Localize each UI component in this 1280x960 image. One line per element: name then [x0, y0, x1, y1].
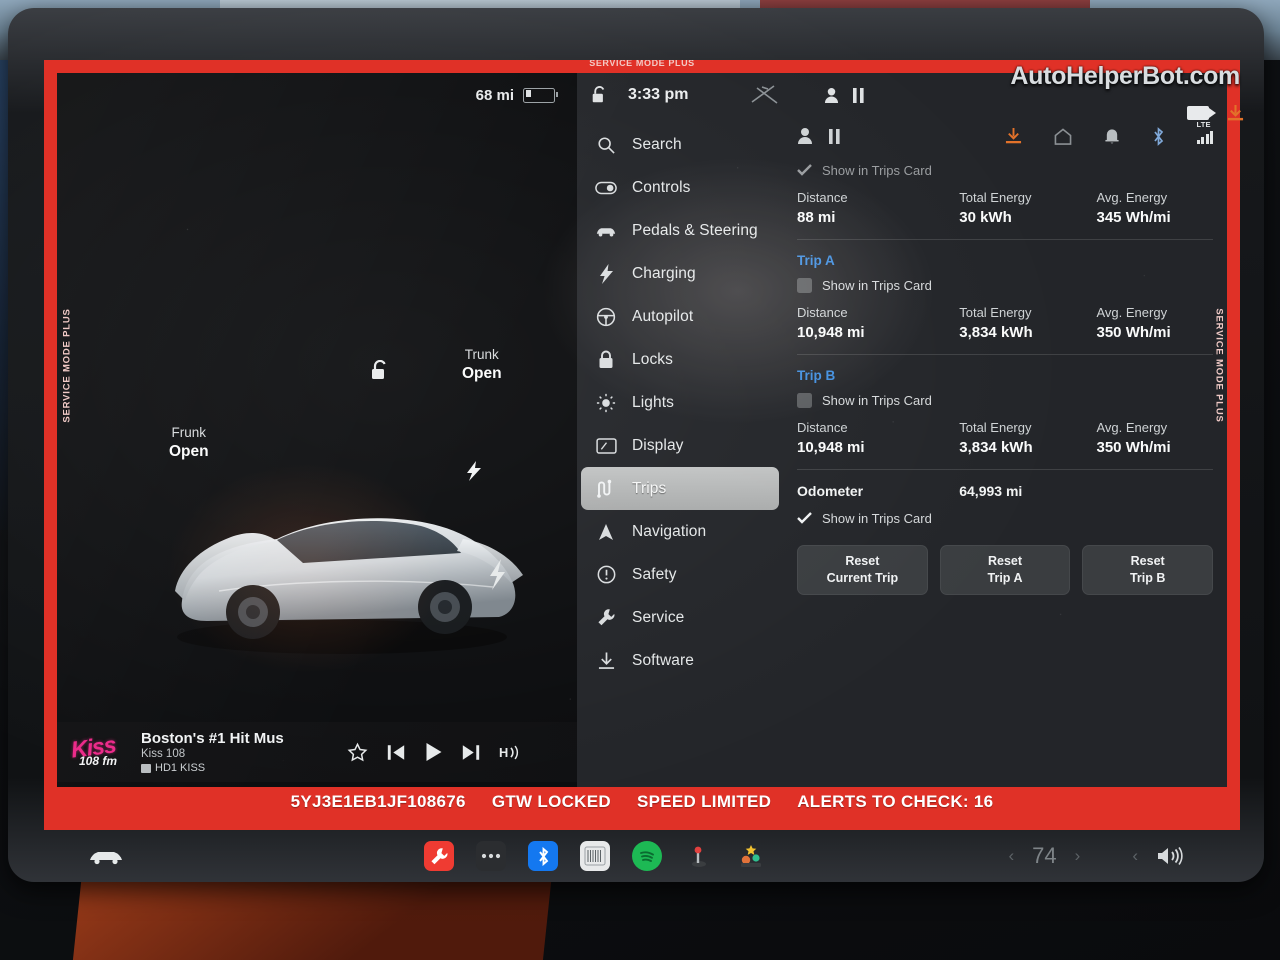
media-title: Boston's #1 Hit Mus	[141, 730, 284, 747]
speed-status: SPEED LIMITED	[636, 792, 772, 811]
next-track-icon[interactable]	[461, 743, 481, 762]
favorite-star-icon[interactable]	[347, 742, 368, 763]
station-logo-sub: 108 fm	[79, 754, 118, 768]
dashcam-icon[interactable]	[1187, 106, 1216, 120]
media-subtitle: Kiss 108	[141, 748, 186, 760]
hd-chip-icon	[141, 763, 151, 773]
gtw-status: GTW LOCKED	[491, 792, 611, 811]
screenshot-root: 68 mi Trunk Open Frunk Open	[0, 0, 1280, 960]
download-icon-overlay[interactable]	[1227, 104, 1244, 122]
hd-radio-icon[interactable]: H	[499, 744, 521, 761]
vin-text: 5YJ3E1EB1JF108676	[290, 792, 466, 811]
svg-text:H: H	[499, 745, 508, 760]
media-player[interactable]: Kiss 108 fm Boston's #1 Hit Mus Kiss 108…	[57, 722, 577, 782]
overlay-icons[interactable]	[1187, 104, 1244, 122]
media-hd-label: HD1 KISS	[155, 762, 206, 774]
previous-track-icon[interactable]	[386, 743, 406, 762]
service-mode-left-label: SERVICE MODE PLUS	[61, 308, 73, 423]
media-hd-row: HD1 KISS	[141, 762, 331, 774]
play-icon[interactable]	[424, 742, 443, 762]
kiss-108-logo: Kiss 108 fm	[70, 731, 129, 772]
media-controls[interactable]: H	[347, 742, 521, 763]
media-text: Boston's #1 Hit Mus Kiss 108 HD1 KISS	[141, 730, 331, 774]
alert-strip[interactable]: 5YJ3E1EB1JF108676 GTW LOCKED SPEED LIMIT…	[57, 787, 1227, 817]
alerts-count: ALERTS TO CHECK: 16	[797, 792, 994, 811]
service-mode-right-label: SERVICE MODE PLUS	[1213, 308, 1225, 423]
watermark: AutoHelperBot.com	[1010, 62, 1240, 90]
